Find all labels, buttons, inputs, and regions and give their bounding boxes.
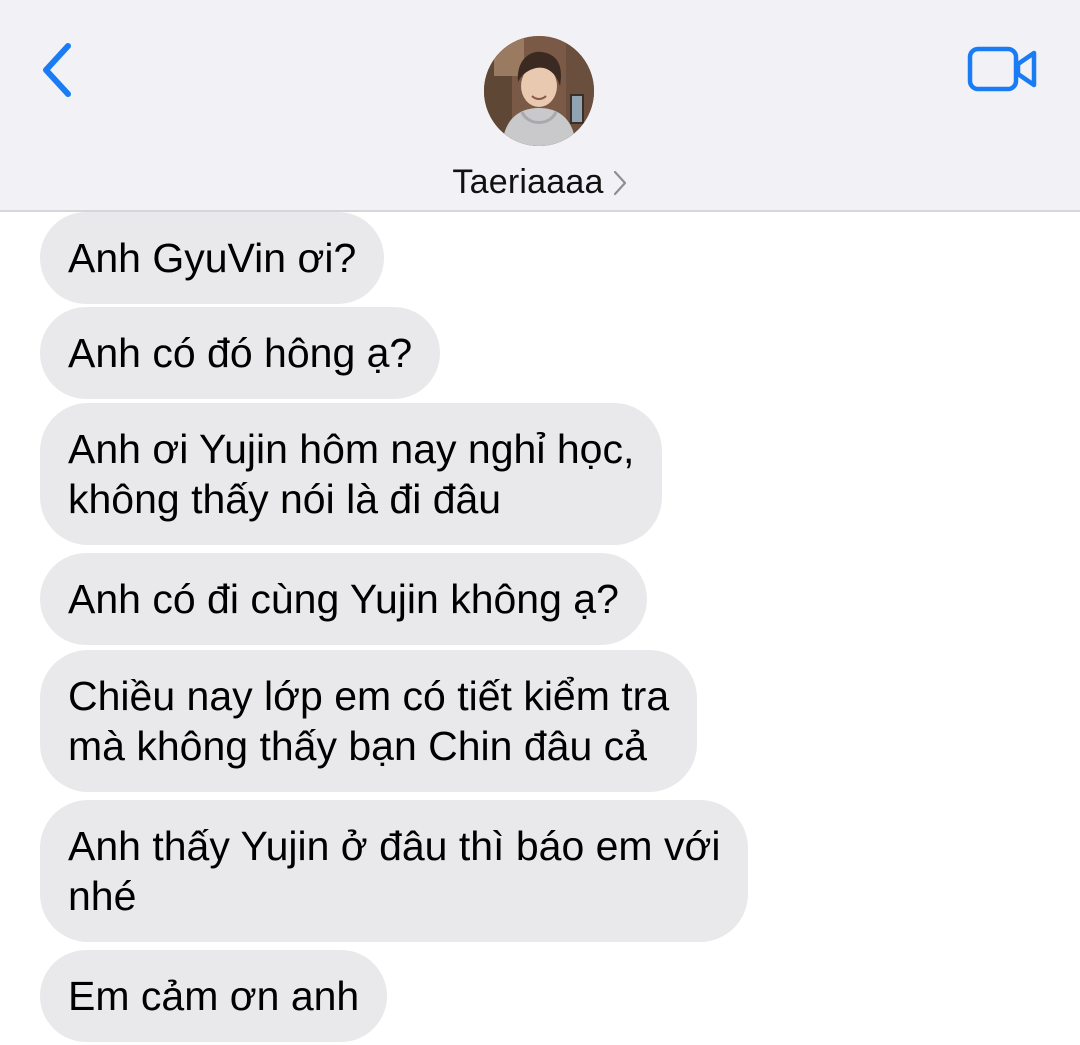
message-bubble[interactable]: Anh ơi Yujin hôm nay nghỉ học, không thấ…	[40, 403, 663, 545]
chevron-right-icon	[613, 170, 626, 196]
conversation-header: Taeriaaaa	[0, 0, 1080, 212]
chevron-left-icon	[43, 43, 71, 97]
contact-name: Taeriaaaa	[452, 162, 604, 201]
video-call-button[interactable]	[966, 44, 1040, 94]
avatar-photo	[484, 36, 594, 146]
contact-info-button[interactable]: Taeriaaaa	[0, 160, 1080, 204]
message-bubble[interactable]: Chiều nay lớp em có tiết kiểm tra mà khô…	[40, 650, 698, 792]
message-bubble[interactable]: Anh GyuVin ơi?	[40, 212, 385, 304]
message-bubble[interactable]: Anh có đó hông ạ?	[40, 307, 441, 399]
contact-avatar[interactable]	[484, 36, 594, 146]
video-camera-icon	[967, 46, 1037, 92]
message-bubble[interactable]: Em cảm ơn anh	[40, 950, 388, 1042]
back-button[interactable]	[36, 40, 80, 100]
message-bubble[interactable]: Anh thấy Yujin ở đâu thì báo em với nhé	[40, 800, 749, 942]
message-bubble[interactable]: Anh có đi cùng Yujin không ạ?	[40, 553, 647, 645]
